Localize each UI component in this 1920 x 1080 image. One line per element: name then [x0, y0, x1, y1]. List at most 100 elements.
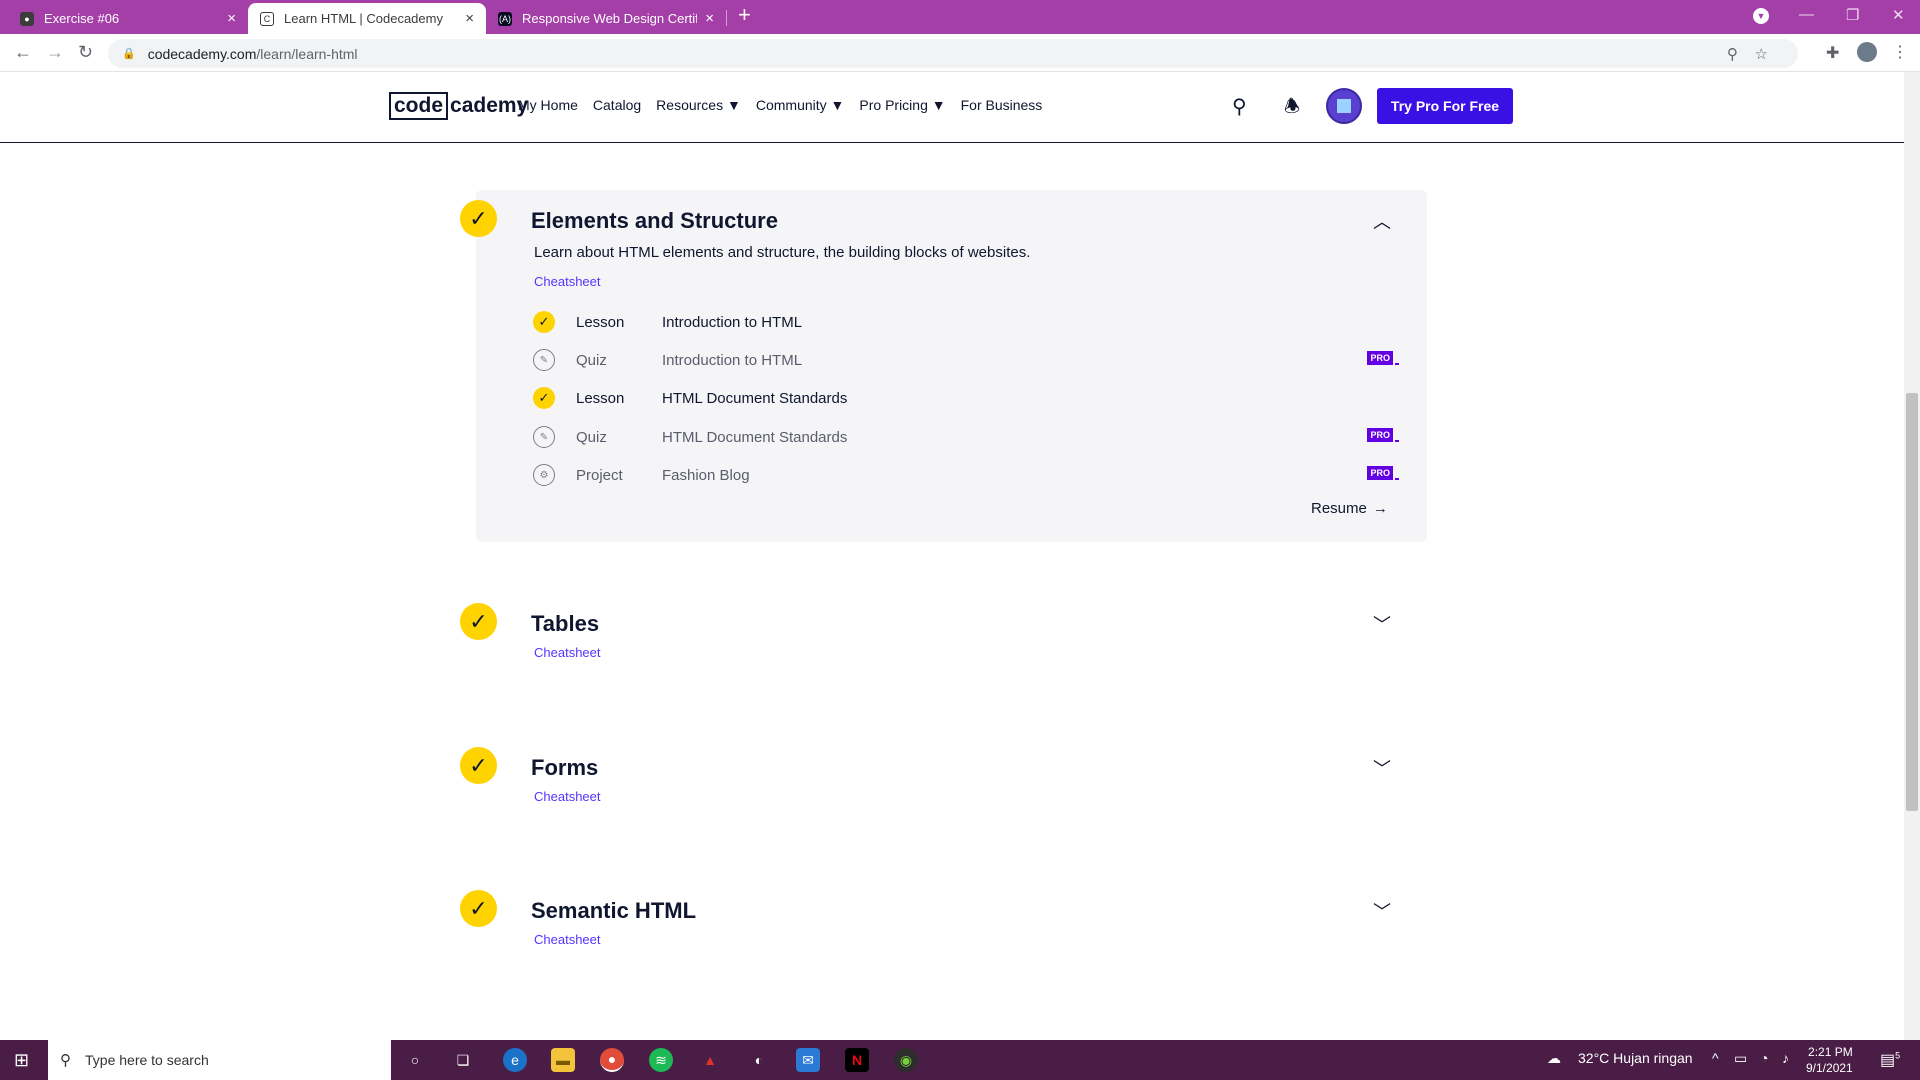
page-scrollbar-thumb[interactable]	[1906, 393, 1918, 811]
chevron-down-icon[interactable]: ﹀	[1373, 755, 1391, 781]
taskbar-search-input[interactable]: ⚲ Type here to search	[48, 1040, 391, 1080]
clock-date: 9/1/2021	[1806, 1061, 1853, 1075]
pro-badge: PRO	[1367, 466, 1399, 480]
cheatsheet-link[interactable]: Cheatsheet	[534, 932, 601, 947]
resume-button[interactable]: Resume →	[1311, 500, 1388, 517]
zoom-icon[interactable]: ⚲	[1727, 46, 1738, 63]
item-name: Fashion Blog	[662, 466, 750, 484]
complete-check-icon: ✓	[533, 311, 555, 333]
battery-icon[interactable]: ▭	[1734, 1050, 1747, 1067]
paint-icon[interactable]: ◐	[747, 1048, 771, 1072]
syllabus-item[interactable]: ✎ Quiz HTML Document Standards PRO	[533, 425, 1399, 449]
user-icon: ●	[20, 11, 34, 26]
chrome-icon[interactable]: ●	[600, 1048, 624, 1072]
close-icon[interactable]: ×	[705, 10, 714, 27]
module-title[interactable]: Forms	[531, 755, 598, 781]
pro-badge: PRO	[1367, 351, 1399, 365]
chevron-up-icon[interactable]: ︿	[1373, 208, 1391, 234]
menu-dots-icon[interactable]: ⋮	[1892, 42, 1908, 62]
cheatsheet-link[interactable]: Cheatsheet	[534, 645, 601, 660]
complete-check-icon: ✓	[460, 200, 497, 237]
item-name: HTML Document Standards	[662, 428, 848, 446]
game-app-icon[interactable]: ▲	[698, 1048, 722, 1072]
item-type: Project	[576, 466, 623, 484]
forward-icon[interactable]: →	[46, 42, 64, 63]
tab-separator	[726, 10, 727, 26]
complete-check-icon: ✓	[460, 890, 497, 927]
site-header: code cademy My Home Catalog Resources ▼ C…	[0, 72, 1904, 143]
try-pro-button[interactable]: Try Pro For Free	[1377, 88, 1513, 124]
item-name: HTML Document Standards	[662, 389, 848, 407]
main-nav: My Home Catalog Resources ▼ Community ▼ …	[518, 97, 1042, 113]
new-tab-button[interactable]: +	[738, 2, 751, 28]
weather-text[interactable]: 32°C Hujan ringan	[1578, 1050, 1693, 1066]
complete-check-icon: ✓	[460, 603, 497, 640]
clock-time: 2:21 PM	[1808, 1045, 1853, 1059]
module-title[interactable]: Tables	[531, 611, 599, 637]
nav-community[interactable]: Community ▼	[756, 97, 845, 113]
chevron-down-icon[interactable]: ﹀	[1373, 611, 1391, 637]
mail-icon[interactable]: ✉	[796, 1048, 820, 1072]
pro-badge: PRO	[1367, 428, 1399, 442]
search-icon[interactable]: ⚲	[1232, 94, 1247, 119]
url-path: /learn/learn-html	[256, 45, 358, 62]
bookmark-star-icon[interactable]: ☆	[1755, 46, 1768, 63]
syllabus-item[interactable]: ⚙ Project Fashion Blog PRO	[533, 463, 1399, 487]
nav-pro-pricing[interactable]: Pro Pricing ▼	[859, 97, 945, 113]
tab-learn-html[interactable]: C Learn HTML | Codecademy ×	[248, 3, 486, 34]
nav-resources[interactable]: Resources ▼	[656, 97, 741, 113]
restore-icon[interactable]: ❐	[1846, 6, 1859, 24]
netflix-icon[interactable]: N	[845, 1048, 869, 1072]
cheatsheet-link[interactable]: Cheatsheet	[534, 274, 601, 289]
syllabus-item[interactable]: ✓ Lesson HTML Document Standards	[533, 386, 1393, 410]
spotify-icon[interactable]: ≋	[649, 1048, 673, 1072]
nav-my-home[interactable]: My Home	[518, 97, 578, 113]
omnibox-actions: ⚲ ☆	[1727, 45, 1768, 63]
tab-responsive-web-design[interactable]: (A) Responsive Web Design Certificat ×	[486, 3, 726, 34]
item-type: Quiz	[576, 428, 607, 446]
freecodecamp-favicon-icon: (A)	[498, 11, 512, 26]
tab-search-icon[interactable]: ▼	[1753, 8, 1769, 24]
volume-icon[interactable]: ♪	[1782, 1050, 1789, 1066]
close-icon[interactable]: ×	[465, 10, 474, 27]
task-view-icon[interactable]: ❏	[451, 1048, 475, 1072]
complete-check-icon: ✓	[460, 747, 497, 784]
tab-exercise[interactable]: ● Exercise #06 ×	[8, 3, 248, 34]
reload-icon[interactable]: ↻	[78, 42, 93, 63]
minimize-icon[interactable]: —	[1799, 6, 1814, 23]
cheatsheet-link[interactable]: Cheatsheet	[534, 789, 601, 804]
close-icon[interactable]: ×	[227, 10, 236, 27]
bell-icon[interactable]: 🕭	[1284, 94, 1300, 124]
file-explorer-icon[interactable]: ▬	[551, 1048, 575, 1072]
nav-catalog[interactable]: Catalog	[593, 97, 641, 113]
weather-cloud-icon[interactable]: ☁	[1547, 1050, 1561, 1067]
module-title[interactable]: Elements and Structure	[531, 208, 778, 234]
notification-center-icon[interactable]: ▤5	[1880, 1050, 1900, 1070]
module-title[interactable]: Semantic HTML	[531, 898, 696, 924]
edge-icon[interactable]: e	[503, 1048, 527, 1072]
clock[interactable]: 2:21 PM 9/1/2021	[1806, 1044, 1853, 1076]
xbox-game-bar-icon[interactable]: ◉	[894, 1048, 918, 1072]
logo-cademy: cademy	[450, 94, 529, 117]
cortana-icon[interactable]: ○	[403, 1048, 427, 1072]
url-field[interactable]: 🔒 codecademy.com/learn/learn-html ⚲ ☆	[108, 39, 1798, 68]
windows-start-icon[interactable]: ⊞	[14, 1050, 29, 1071]
wifi-icon[interactable]: ◔	[1760, 1050, 1768, 1066]
codecademy-logo[interactable]: code cademy	[389, 92, 528, 120]
back-icon[interactable]: ←	[14, 42, 32, 63]
nav-for-business[interactable]: For Business	[961, 97, 1043, 113]
tab-title: Exercise #06	[44, 11, 120, 26]
syllabus-item[interactable]: ✎ Quiz Introduction to HTML PRO	[533, 348, 1399, 372]
window-close-icon[interactable]: ✕	[1892, 6, 1905, 24]
chevron-down-icon[interactable]: ﹀	[1373, 898, 1391, 924]
item-type: Quiz	[576, 351, 607, 369]
syllabus-item[interactable]: ✓ Lesson Introduction to HTML	[533, 310, 1393, 334]
tray-expand-icon[interactable]: ^	[1712, 1050, 1719, 1066]
extensions-puzzle-icon[interactable]: ✚	[1826, 43, 1839, 63]
address-bar: ← → ↻ 🔒 codecademy.com/learn/learn-html …	[0, 34, 1920, 72]
tab-title: Learn HTML | Codecademy	[284, 11, 443, 26]
profile-avatar-icon[interactable]	[1857, 42, 1877, 62]
user-avatar[interactable]	[1326, 88, 1362, 124]
tab-title: Responsive Web Design Certificat	[522, 11, 698, 26]
url-domain: codecademy.com	[147, 45, 257, 62]
